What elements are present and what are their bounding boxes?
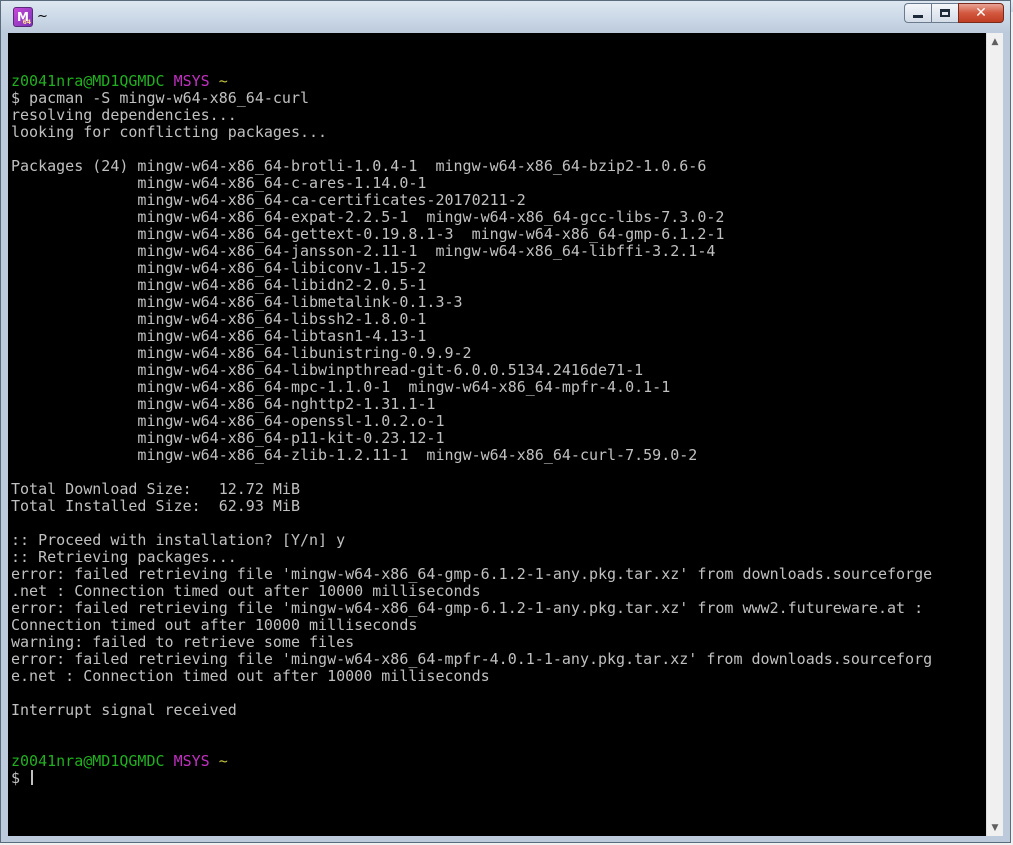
terminal-line: mingw-w64-x86_64-mpc-1.1.0-1 mingw-w64-x… bbox=[11, 378, 671, 396]
terminal-line: mingw-w64-x86_64-libwinpthread-git-6.0.0… bbox=[11, 361, 644, 379]
scroll-down-button[interactable]: ▼ bbox=[987, 819, 1003, 836]
terminal-line: .net : Connection timed out after 10000 … bbox=[11, 582, 481, 600]
terminal-line: error: failed retrieving file 'mingw-w64… bbox=[11, 599, 924, 617]
terminal-line: mingw-w64-x86_64-gettext-0.19.8.1-3 ming… bbox=[11, 225, 725, 243]
terminal-line: mingw-w64-x86_64-expat-2.2.5-1 mingw-w64… bbox=[11, 208, 725, 226]
terminal-line: e.net : Connection timed out after 10000… bbox=[11, 667, 490, 685]
terminal-line: warning: failed to retrieve some files bbox=[11, 633, 355, 651]
prompt-user-host: z0041nra@MD1QGMDC bbox=[11, 72, 165, 90]
terminal-area[interactable]: z0041nra@MD1QGMDC MSYS ~ $ pacman -S ming… bbox=[8, 33, 1003, 836]
scroll-track[interactable] bbox=[987, 50, 1003, 819]
text-cursor bbox=[31, 770, 34, 785]
window-title: ~ bbox=[37, 9, 48, 24]
app-icon-sub: 64 bbox=[22, 19, 31, 26]
prompt-msys-tag: MSYS bbox=[173, 72, 210, 90]
terminal-line: mingw-w64-x86_64-c-ares-1.14.0-1 bbox=[11, 174, 427, 192]
prompt-user-host: z0041nra@MD1QGMDC bbox=[11, 752, 165, 770]
terminal-line: mingw-w64-x86_64-p11-kit-0.23.12-1 bbox=[11, 429, 445, 447]
scroll-up-icon: ▲ bbox=[991, 36, 999, 47]
prompt-line: z0041nra@MD1QGMDC MSYS ~ bbox=[11, 753, 932, 770]
terminal-line: mingw-w64-x86_64-libmetalink-0.1.3-3 bbox=[11, 293, 463, 311]
terminal-line: mingw-w64-x86_64-libtasn1-4.13-1 bbox=[11, 327, 427, 345]
terminal-line: looking for conflicting packages... bbox=[11, 123, 328, 141]
terminal-line: error: failed retrieving file 'mingw-w64… bbox=[11, 650, 933, 668]
terminal-line: :: Proceed with installation? [Y/n] y bbox=[11, 531, 346, 549]
terminal-line: mingw-w64-x86_64-jansson-2.11-1 mingw-w6… bbox=[11, 242, 716, 260]
terminal-line: $ bbox=[11, 770, 932, 787]
terminal-line: resolving dependencies... bbox=[11, 106, 237, 124]
close-icon: ✕ bbox=[975, 5, 987, 21]
terminal-line: $ pacman -S mingw-w64-x86_64-curl bbox=[11, 89, 310, 107]
terminal-line: mingw-w64-x86_64-nghttp2-1.31.1-1 bbox=[11, 395, 436, 413]
terminal-line: Interrupt signal received bbox=[11, 701, 237, 719]
terminal-line: Packages (24) mingw-w64-x86_64-brotli-1.… bbox=[11, 157, 707, 175]
minimize-button[interactable] bbox=[904, 3, 931, 23]
terminal-line: error: failed retrieving file 'mingw-w64… bbox=[11, 565, 933, 583]
terminal-line: mingw-w64-x86_64-zlib-1.2.11-1 mingw-w64… bbox=[11, 446, 698, 464]
terminal-line: mingw-w64-x86_64-ca-certificates-2017021… bbox=[11, 191, 526, 209]
maximize-icon bbox=[940, 9, 950, 17]
terminal-line: mingw-w64-x86_64-libunistring-0.9.9-2 bbox=[11, 344, 472, 362]
msys2-app-icon[interactable]: M 64 bbox=[13, 7, 33, 27]
terminal-line: mingw-w64-x86_64-libiconv-1.15-2 bbox=[11, 259, 427, 277]
close-button[interactable]: ✕ bbox=[958, 3, 1004, 23]
terminal-line: mingw-w64-x86_64-libssh2-1.8.0-1 bbox=[11, 310, 427, 328]
maximize-button[interactable] bbox=[931, 3, 958, 23]
title-bar[interactable]: M 64 ~ ✕ bbox=[1, 1, 1010, 33]
terminal-line: :: Retrieving packages... bbox=[11, 548, 237, 566]
prompt-msys-tag: MSYS bbox=[173, 752, 210, 770]
vertical-scrollbar[interactable]: ▲ ▼ bbox=[986, 33, 1003, 836]
terminal-output: z0041nra@MD1QGMDC MSYS ~ $ pacman -S ming… bbox=[11, 56, 932, 787]
scroll-down-icon: ▼ bbox=[991, 822, 999, 833]
minimize-icon bbox=[913, 14, 923, 18]
terminal-line: mingw-w64-x86_64-libidn2-2.0.5-1 bbox=[11, 276, 427, 294]
window-controls: ✕ bbox=[904, 3, 1004, 25]
terminal-line: Total Installed Size: 62.93 MiB bbox=[11, 497, 300, 515]
terminal-line: mingw-w64-x86_64-openssl-1.0.2.o-1 bbox=[11, 412, 445, 430]
terminal-line: Total Download Size: 12.72 MiB bbox=[11, 480, 300, 498]
prompt-directory: ~ bbox=[218, 72, 228, 90]
scroll-up-button[interactable]: ▲ bbox=[987, 33, 1003, 50]
prompt-directory: ~ bbox=[218, 752, 228, 770]
prompt-line: z0041nra@MD1QGMDC MSYS ~ bbox=[11, 73, 932, 90]
terminal-line: Connection timed out after 10000 millise… bbox=[11, 616, 418, 634]
terminal-window: M 64 ~ ✕ z0041nra@MD1QGMDC MSYS ~ $ pacma… bbox=[0, 0, 1011, 843]
